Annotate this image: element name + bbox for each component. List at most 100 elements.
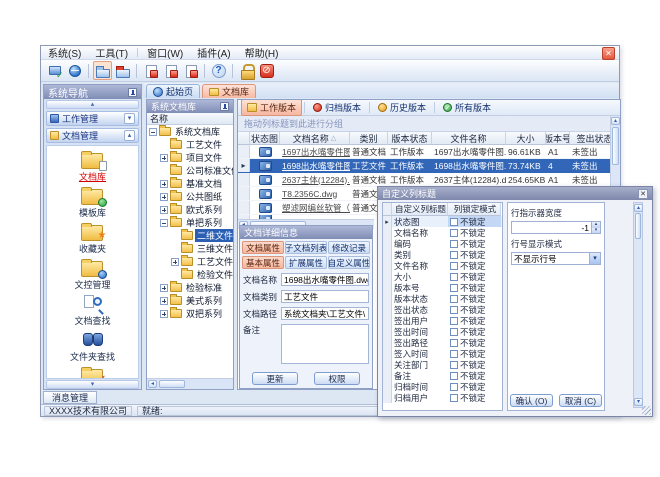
tree-node[interactable]: 系统文档库 [147,125,233,138]
tree-node-label[interactable]: 公司标准文件 [184,164,233,177]
document-link[interactable]: 1697出水嘴零件图.dwg [282,146,350,158]
tree-node-label[interactable]: 工艺文件 [184,138,224,151]
dialog-column-row[interactable]: 签出路径不锁定 [383,337,502,348]
chevron-down-icon[interactable] [124,113,135,124]
toolbar-button-lock[interactable] [237,61,256,80]
expand-icon[interactable] [160,284,168,292]
nav-item-1[interactable]: 模板库 [47,186,138,219]
version-tab-3[interactable]: 所有版本 [437,99,497,116]
pushpin-icon[interactable] [220,102,229,111]
document-link[interactable]: 1698出水嘴零件图.dwg [282,160,350,172]
tree-column-header[interactable]: 名称 [147,113,233,125]
tree-node[interactable]: 工艺文件 [147,255,233,268]
dialog-col1-header[interactable]: 自定义列标题 [392,203,448,216]
tree-horizontal-scrollbar[interactable] [147,378,233,389]
checkbox-icon[interactable] [450,339,458,347]
expand-icon[interactable] [160,154,168,162]
scrollbar-thumb[interactable] [635,213,641,239]
doc-tab-0[interactable]: 起始页 [146,84,200,98]
note-textarea[interactable] [281,324,369,364]
nav-scroll-down-button[interactable] [46,380,139,389]
toolbar-button-browser[interactable] [65,61,84,80]
tree-node-label[interactable]: 单把系列 [184,216,224,229]
tree-node-label[interactable]: 欧式系列 [184,203,224,216]
permission-button[interactable]: 权限 [314,372,360,385]
checkbox-icon[interactable] [450,350,458,358]
tree-node[interactable]: 工艺文件 [147,138,233,151]
detail-tab-2[interactable]: 修改记录 [328,241,370,254]
dialog-column-row[interactable]: 大小不锁定 [383,271,502,282]
version-tab-0[interactable]: 工作版本 [241,99,302,116]
grid-gutter-header[interactable] [238,132,250,145]
toolbar-button-connect[interactable] [45,61,64,80]
tree-node[interactable]: 双把系列 [147,307,233,320]
pushpin-icon[interactable] [128,88,137,97]
collapse-icon[interactable] [160,219,168,227]
expand-icon[interactable] [160,206,168,214]
menu-item[interactable]: 系统(S) [41,46,88,59]
tree-node-label[interactable]: 公共图纸 [184,190,224,203]
dialog-column-row[interactable]: 编码不锁定 [383,238,502,249]
toolbar-button-help[interactable] [209,61,228,80]
tree-node-label[interactable]: 基准文档 [184,177,224,190]
checkbox-icon[interactable] [450,372,458,380]
expand-icon[interactable] [160,180,168,188]
tree-node[interactable]: 项目文件 [147,151,233,164]
dialog-column-row[interactable]: 状态图不锁定 [383,216,502,227]
field-input[interactable]: 工艺文件 [281,290,369,303]
table-row[interactable]: 2637主体(12284).dwg普通文档工作版本2637主体(12284).d… [238,173,620,187]
tree-node-label[interactable]: 检验文件 [195,268,233,281]
nav-item-6[interactable]: 签出的文档 [47,366,138,379]
checkbox-icon[interactable] [450,306,458,314]
version-tab-2[interactable]: 历史版本 [372,99,432,116]
confirm-button[interactable]: 确认 (O) [510,394,553,407]
dialog-column-row[interactable]: 版本状态不锁定 [383,293,502,304]
tree-node-label[interactable]: 项目文件 [184,151,224,164]
tree-node-label[interactable]: 二维文件 [195,229,233,242]
update-button[interactable]: 更新 [252,372,298,385]
spinner-down-icon[interactable] [591,228,600,234]
nav-scroll-up-button[interactable] [46,100,139,109]
dialog-column-row[interactable]: 文档名称不锁定 [383,227,502,238]
dialog-column-row[interactable]: 归档用户不锁定 [383,392,502,403]
grid-column-header[interactable]: 文件名称 [432,132,506,145]
combo-dropdown-icon[interactable] [589,253,600,264]
close-document-icon[interactable] [602,47,615,60]
checkbox-icon[interactable] [450,383,458,391]
tree-node[interactable]: 基准文档 [147,177,233,190]
checkbox-icon[interactable] [450,273,458,281]
expand-icon[interactable] [171,258,179,266]
version-tab-1[interactable]: 归档版本 [307,99,367,116]
tree-node[interactable]: 美式系列 [147,294,233,307]
checkbox-icon[interactable] [450,218,458,226]
document-link[interactable]: 塑滤网编丝软管（+... [282,202,350,214]
doc-tab-1[interactable]: 文档库 [202,84,256,98]
nav-item-4[interactable]: 文档查找 [47,294,138,327]
dialog-column-row[interactable]: 备注不锁定 [383,370,502,381]
field-input[interactable]: 系统文档夹\工艺文件\ [281,307,369,320]
resize-grip[interactable] [642,406,651,415]
dialog-column-row[interactable]: 归档时间不锁定 [383,381,502,392]
dialog-column-row[interactable]: 关注部门不锁定 [383,359,502,370]
checkbox-icon[interactable] [450,284,458,292]
checkbox-icon[interactable] [450,317,458,325]
tree-node-label[interactable]: 检验标准 [184,281,224,294]
field-input[interactable]: 1698出水嘴零件图.dwg [281,273,369,286]
checkbox-icon[interactable] [450,361,458,369]
checkbox-icon[interactable] [450,295,458,303]
toolbar-button-report-2[interactable] [161,61,180,80]
document-link[interactable]: T8.2356C.dwg [282,189,337,199]
scroll-up-icon[interactable] [611,117,620,125]
scroll-left-icon[interactable] [148,380,157,388]
toolbar-button-exit[interactable] [257,61,276,80]
nav-group-0[interactable]: 工作管理 [46,111,139,126]
tree-node[interactable]: 公共图纸 [147,190,233,203]
toolbar-button-report-3[interactable] [181,61,200,80]
scroll-up-icon[interactable] [634,204,643,212]
grid-column-header[interactable]: 类别 [350,132,388,145]
checkbox-icon[interactable] [450,262,458,270]
checkbox-icon[interactable] [450,229,458,237]
grid-column-header[interactable]: 状态图 [250,132,280,145]
scroll-down-icon[interactable] [634,398,643,406]
tree-node[interactable]: 公司标准文件 [147,164,233,177]
